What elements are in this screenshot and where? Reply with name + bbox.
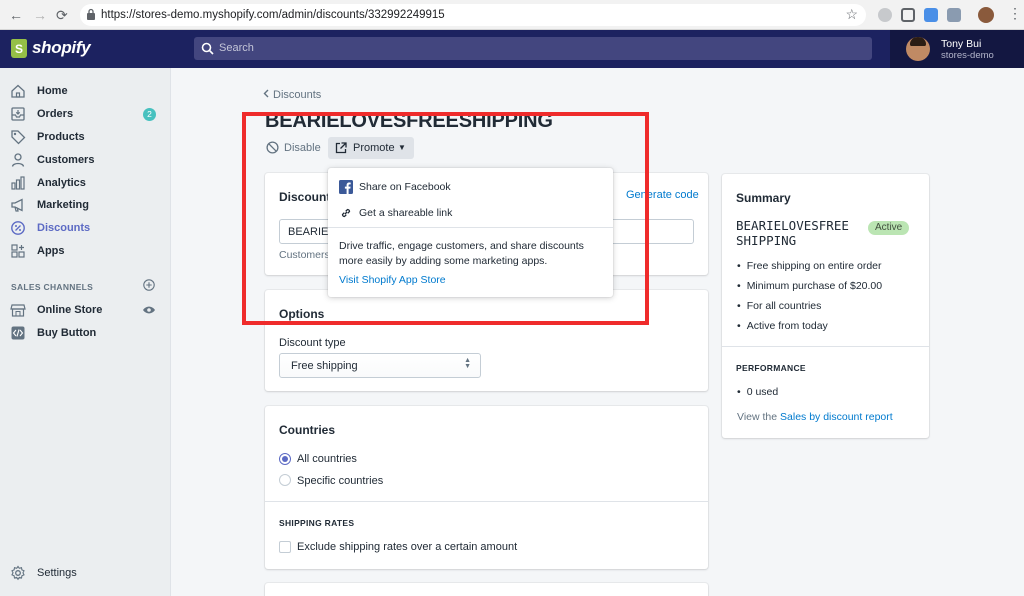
address-bar[interactable]: https://stores-demo.myshopify.com/admin/… [80, 4, 866, 26]
annotation-highlight-box [242, 112, 649, 325]
summary-bullet: Active from today [737, 320, 828, 332]
summary-code: BEARIELOVESFREE SHIPPING [736, 218, 849, 248]
url-text: https://stores-demo.myshopify.com/admin/… [101, 9, 445, 21]
sidebar-item-label: Products [37, 131, 85, 143]
bookmark-star-icon[interactable]: ☆ [845, 6, 858, 23]
store-name: stores-demo [941, 50, 994, 61]
summary-title: Summary [736, 191, 791, 205]
chevron-left-icon [263, 89, 269, 98]
usage-count: 0 used [737, 386, 779, 398]
tag-icon [11, 130, 26, 145]
sidebar-item-label: Marketing [37, 199, 89, 211]
browser-toolbar: ← → ⟳ https://stores-demo.myshopify.com/… [0, 0, 1024, 30]
sidebar-item-settings[interactable]: Settings [0, 562, 170, 584]
user-menu[interactable]: Tony Bui stores-demo [890, 30, 1024, 68]
person-icon [11, 153, 25, 167]
add-channel-icon[interactable] [143, 279, 155, 291]
discount-type-select[interactable]: Free shipping ▲ ▼ [279, 353, 481, 378]
sales-report-link[interactable]: Sales by discount report [780, 411, 893, 423]
exclude-shipping-checkbox[interactable] [279, 541, 291, 553]
summary-bullet: Free shipping on entire order [737, 260, 882, 272]
sidebar-item-customers[interactable]: Customers [0, 149, 170, 171]
breadcrumb[interactable]: Discounts [263, 89, 321, 101]
sidebar-item-label: Settings [37, 567, 77, 579]
apps-icon [11, 244, 25, 258]
browser-profile-avatar[interactable] [978, 7, 994, 23]
sidebar-item-orders[interactable]: Orders 2 [0, 103, 170, 125]
summary-bullet: Minimum purchase of $20.00 [737, 280, 882, 292]
divider [265, 501, 708, 502]
discount-type-value: Free shipping [291, 360, 358, 372]
shopify-logo[interactable]: shopify [11, 38, 91, 58]
user-name: Tony Bui [941, 38, 982, 50]
discount-icon [11, 221, 25, 235]
view-prefix: View the [737, 411, 778, 423]
eye-icon[interactable] [142, 305, 156, 315]
divider [722, 346, 929, 347]
devtools-extension-icon[interactable] [947, 8, 961, 22]
shopping-bag-icon [11, 38, 27, 58]
sidebar-item-marketing[interactable]: Marketing [0, 194, 170, 216]
all-countries-radio[interactable] [279, 453, 291, 465]
sidebar-item-label: Customers [37, 154, 95, 166]
sidebar-item-label: Online Store [37, 304, 103, 316]
sidebar-item-home[interactable]: Home [0, 80, 170, 102]
status-badge: Active [868, 221, 910, 235]
lock-icon [87, 8, 95, 20]
summary-bullet: For all countries [737, 300, 822, 312]
sidebar-item-online-store[interactable]: Online Store [0, 299, 170, 321]
discount-type-label: Discount type [279, 337, 346, 349]
cloud-extension-icon[interactable] [878, 8, 892, 22]
forward-icon[interactable]: → [33, 6, 47, 24]
gear-icon [11, 565, 25, 581]
radio-label: Specific countries [297, 475, 384, 487]
avatar [906, 37, 930, 61]
logo-text: shopify [32, 38, 91, 57]
store-icon [10, 304, 26, 317]
search-placeholder: Search [219, 42, 254, 54]
sidebar-item-discounts[interactable]: Discounts [0, 217, 170, 239]
megaphone-icon [11, 198, 23, 212]
sidebar-item-buy-button[interactable]: Buy Button [0, 322, 170, 344]
code-icon [11, 326, 25, 340]
reload-icon[interactable]: ⟳ [56, 6, 68, 24]
sidebar-item-label: Discounts [37, 222, 91, 234]
bar-chart-icon [11, 176, 25, 190]
sidebar-item-label: Analytics [37, 177, 86, 189]
radio-label: All countries [297, 453, 357, 465]
sidebar-item-products[interactable]: Products [0, 126, 170, 148]
sidebar-item-analytics[interactable]: Analytics [0, 172, 170, 194]
search-input[interactable]: Search [194, 37, 872, 60]
card-title: Countries [279, 423, 336, 437]
orders-count-badge: 2 [143, 108, 156, 121]
browser-menu-icon[interactable]: ⋮ [1008, 5, 1022, 22]
countries-card: Countries All countries Specific countri… [265, 406, 708, 569]
specific-countries-radio[interactable] [279, 474, 291, 486]
select-arrows-icon: ▲ ▼ [464, 357, 471, 370]
checkbox-label: Exclude shipping rates over a certain am… [297, 541, 518, 553]
screenshot-extension-icon[interactable] [901, 8, 915, 22]
shipping-rates-heading: SHIPPING RATES [279, 518, 355, 528]
sidebar-item-label: Apps [37, 245, 65, 257]
sidebar-item-apps[interactable]: Apps [0, 240, 170, 262]
sidebar-item-label: Buy Button [37, 327, 97, 339]
performance-heading: PERFORMANCE [736, 363, 806, 373]
sales-channels-heading: SALES CHANNELS [11, 282, 94, 292]
sidebar-item-label: Home [37, 85, 68, 97]
home-icon [11, 84, 25, 98]
search-icon [201, 42, 214, 55]
sidebar-item-label: Orders [37, 108, 74, 120]
orders-icon [11, 107, 25, 121]
extension-icon[interactable] [924, 8, 938, 22]
sidebar: Home Orders 2 Products Customers Analyti… [0, 68, 171, 596]
back-icon[interactable]: ← [9, 6, 23, 24]
next-card [265, 583, 708, 596]
breadcrumb-label: Discounts [273, 89, 322, 101]
admin-topbar: shopify Search Tony Bui stores-demo [0, 30, 1024, 68]
view-report-text: View the Sales by discount report [737, 411, 893, 423]
